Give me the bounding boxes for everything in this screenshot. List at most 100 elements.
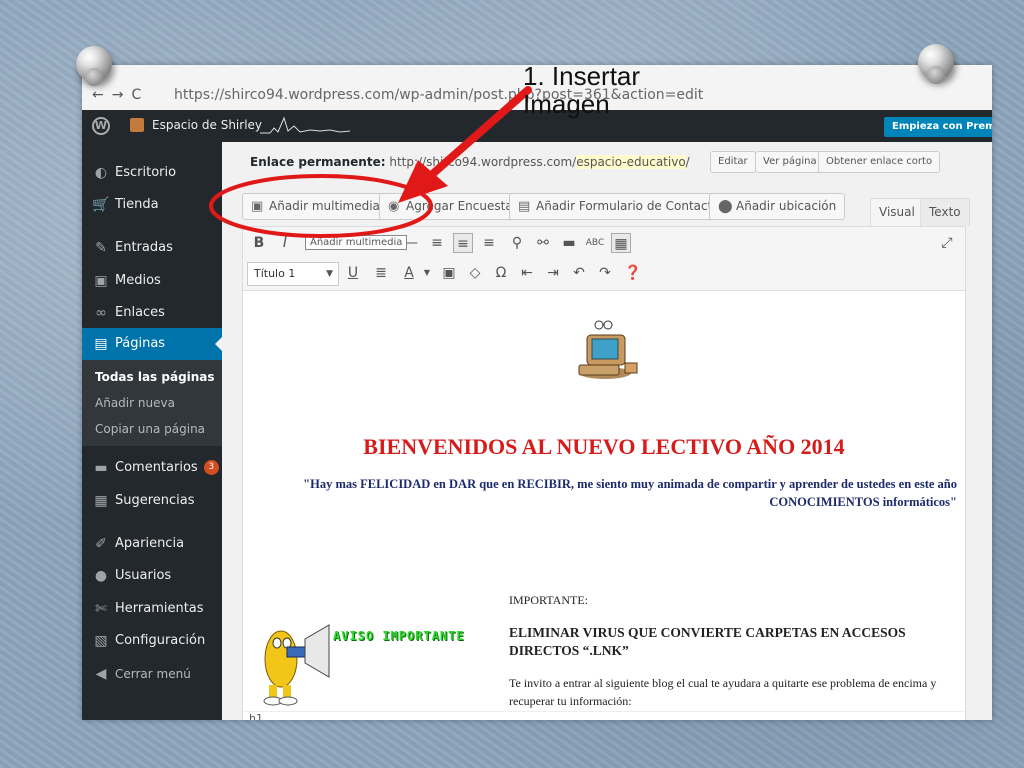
italic-icon[interactable]: I [275, 233, 295, 253]
sidebar-item-label: Herramientas [115, 601, 204, 616]
special-character-icon[interactable]: Ω [491, 263, 511, 283]
site-name[interactable]: Espacio de Shirley [152, 118, 262, 132]
sidebar-item-label: Escritorio [115, 165, 177, 180]
align-right-icon[interactable]: ≡ [479, 233, 499, 253]
editor-toolbar-row-1: B I — ≡ ≡ ≡ ⚲ ⚯ ▬ ABC ▦ ⤢ Añadir multime… [243, 227, 965, 257]
feedback-icon: ▦ [94, 493, 108, 509]
location-icon: ⬤ [718, 199, 733, 214]
computer-character-image [578, 320, 638, 379]
form-icon: ▤ [518, 199, 531, 214]
sidebar-item-paginas[interactable]: ▤ Páginas [82, 328, 222, 360]
site-avatar-icon [130, 118, 144, 132]
redo-icon[interactable]: ↷ [595, 263, 615, 283]
add-contact-form-button[interactable]: ▤ Añadir Formulario de Contacto [509, 193, 729, 220]
spellcheck-icon[interactable]: ABC [585, 233, 605, 253]
settings-icon: ▧ [94, 633, 108, 649]
sidebar-item-configuracion[interactable]: ▧ Configuración [82, 625, 222, 657]
user-icon: ● [94, 568, 108, 584]
sidebar-item-label: Tienda [115, 197, 159, 212]
sidebar-item-enlaces[interactable]: ∞ Enlaces [82, 297, 222, 329]
wrench-icon: ✄ [95, 601, 107, 617]
cart-icon: 🛒 [92, 197, 110, 213]
bold-icon[interactable]: B [249, 233, 269, 253]
editor-path-status: h1 [243, 711, 965, 720]
sidebar-item-label: Apariencia [115, 536, 185, 551]
toolbar-toggle-icon[interactable]: ▦ [611, 233, 631, 253]
submenu-copiar-pagina[interactable]: Copiar una página [95, 422, 205, 436]
insert-link-icon[interactable]: ⚲ [507, 233, 527, 253]
add-location-button[interactable]: ⬤ Añadir ubicación [709, 193, 846, 220]
align-center-icon[interactable]: ≡ [453, 233, 473, 253]
admin-sidebar: ◐ Escritorio 🛒 Tienda ✎ Entradas ▣ Medios ∞ E… [82, 142, 222, 720]
fullscreen-icon[interactable]: ⤢ [937, 233, 957, 253]
submenu-anadir-nueva[interactable]: Añadir nueva [95, 396, 175, 410]
editor-box: B I — ≡ ≡ ≡ ⚲ ⚯ ▬ ABC ▦ ⤢ Añadir multime… [242, 226, 966, 720]
help-icon[interactable]: ❓ [623, 263, 643, 283]
add-poll-button[interactable]: ◉ Agregar Encuesta [379, 193, 522, 220]
add-media-tooltip: Añadir multimedia [305, 235, 408, 250]
sidebar-item-escritorio[interactable]: ◐ Escritorio [82, 157, 222, 189]
text-color-icon[interactable]: A [399, 263, 419, 283]
paste-text-icon[interactable]: ▣ [439, 263, 459, 283]
add-location-label: Añadir ubicación [736, 199, 837, 213]
editor-toolbar-row-2: Título 1 ▼ U ≣ A ▼ ▣ ◇ Ω ⇤ ⇥ ↶ ↷ ❓ [243, 257, 965, 291]
sidebar-collapse-menu[interactable]: ◀ Cerrar menú [82, 658, 222, 690]
unlink-icon[interactable]: ⚯ [533, 233, 553, 253]
read-more-icon[interactable]: ▬ [559, 233, 579, 253]
permalink-slug[interactable]: espacio-educativo [576, 155, 686, 169]
sidebar-item-herramientas[interactable]: ✄ Herramientas [82, 593, 222, 625]
tab-texto[interactable]: Texto [920, 198, 970, 226]
sidebar-item-comentarios[interactable]: ▬ Comentarios 3 [82, 452, 222, 484]
permalink-hidden: irco94 [439, 155, 478, 169]
stats-sparkline-icon[interactable] [260, 116, 350, 134]
wordpress-logo-icon[interactable]: W [92, 117, 110, 135]
annotation-callout-text: 1. Insertar Imagen [523, 61, 641, 119]
mascot-megaphone-image [263, 624, 330, 706]
align-left-icon[interactable]: ≡ [427, 233, 447, 253]
view-page-button[interactable]: Ver página [755, 151, 825, 173]
add-media-label: Añadir multimedia [269, 199, 380, 213]
sidebar-item-label: Entradas [115, 240, 173, 255]
editor-content[interactable]: BIENVENIDOS AL NUEVO LECTIVO AÑO 2014 "H… [243, 291, 965, 711]
pin-icon: ✎ [95, 240, 107, 256]
sidebar-item-label: Comentarios [115, 460, 198, 475]
chevron-down-icon: ▼ [326, 269, 333, 279]
add-poll-label: Agregar Encuesta [406, 199, 513, 213]
indent-icon[interactable]: ⇥ [543, 263, 563, 283]
format-select-value: Título 1 [254, 267, 296, 280]
comments-count-badge: 3 [203, 460, 219, 475]
tab-visual[interactable]: Visual [870, 198, 924, 226]
submenu-todas-las-paginas[interactable]: Todas las páginas [95, 370, 215, 384]
permalink-edit-button[interactable]: Editar [710, 151, 756, 173]
screenshot-photo: ←→C https://shirco94.wordpress.com/wp-ad… [82, 65, 992, 720]
add-media-button[interactable]: ▣ Añadir multimedia [242, 193, 389, 220]
sidebar-item-medios[interactable]: ▣ Medios [82, 265, 222, 297]
justify-icon[interactable]: ≣ [371, 263, 391, 283]
text-color-dropdown-icon[interactable]: ▼ [417, 263, 437, 283]
sidebar-item-usuarios[interactable]: ● Usuarios [82, 560, 222, 592]
short-link-button[interactable]: Obtener enlace corto [818, 151, 941, 173]
add-form-label: Añadir Formulario de Contacto [536, 199, 720, 213]
brush-icon: ✐ [95, 536, 107, 552]
sidebar-item-tienda[interactable]: 🛒 Tienda [82, 189, 222, 221]
sidebar-item-label: Sugerencias [115, 493, 195, 508]
permalink-row: Enlace permanente: http://shirco94.wordp… [250, 155, 690, 169]
content-paragraph: Te invito a entrar al siguiente blog el … [509, 676, 937, 708]
premium-button[interactable]: Empieza con Premium [884, 117, 992, 137]
important-label: IMPORTANTE: [509, 593, 588, 607]
sidebar-item-entradas[interactable]: ✎ Entradas [82, 232, 222, 264]
sidebar-item-apariencia[interactable]: ✐ Apariencia [82, 528, 222, 560]
sidebar-item-label: Medios [115, 273, 161, 288]
outdent-icon[interactable]: ⇤ [517, 263, 537, 283]
underline-icon[interactable]: U [343, 263, 363, 283]
clear-formatting-icon[interactable]: ◇ [465, 263, 485, 283]
comment-icon: ▬ [94, 460, 108, 476]
collapse-icon: ◀ [95, 666, 107, 682]
browser-nav-icons[interactable]: ←→C [92, 87, 149, 103]
pushpin-top-right-icon [918, 44, 954, 84]
format-select[interactable]: Título 1 ▼ [247, 262, 339, 286]
undo-icon[interactable]: ↶ [569, 263, 589, 283]
sidebar-item-sugerencias[interactable]: ▦ Sugerencias [82, 485, 222, 517]
sidebar-item-label: Enlaces [115, 305, 165, 320]
permalink-domain: .wordpress.com/ [477, 155, 577, 169]
